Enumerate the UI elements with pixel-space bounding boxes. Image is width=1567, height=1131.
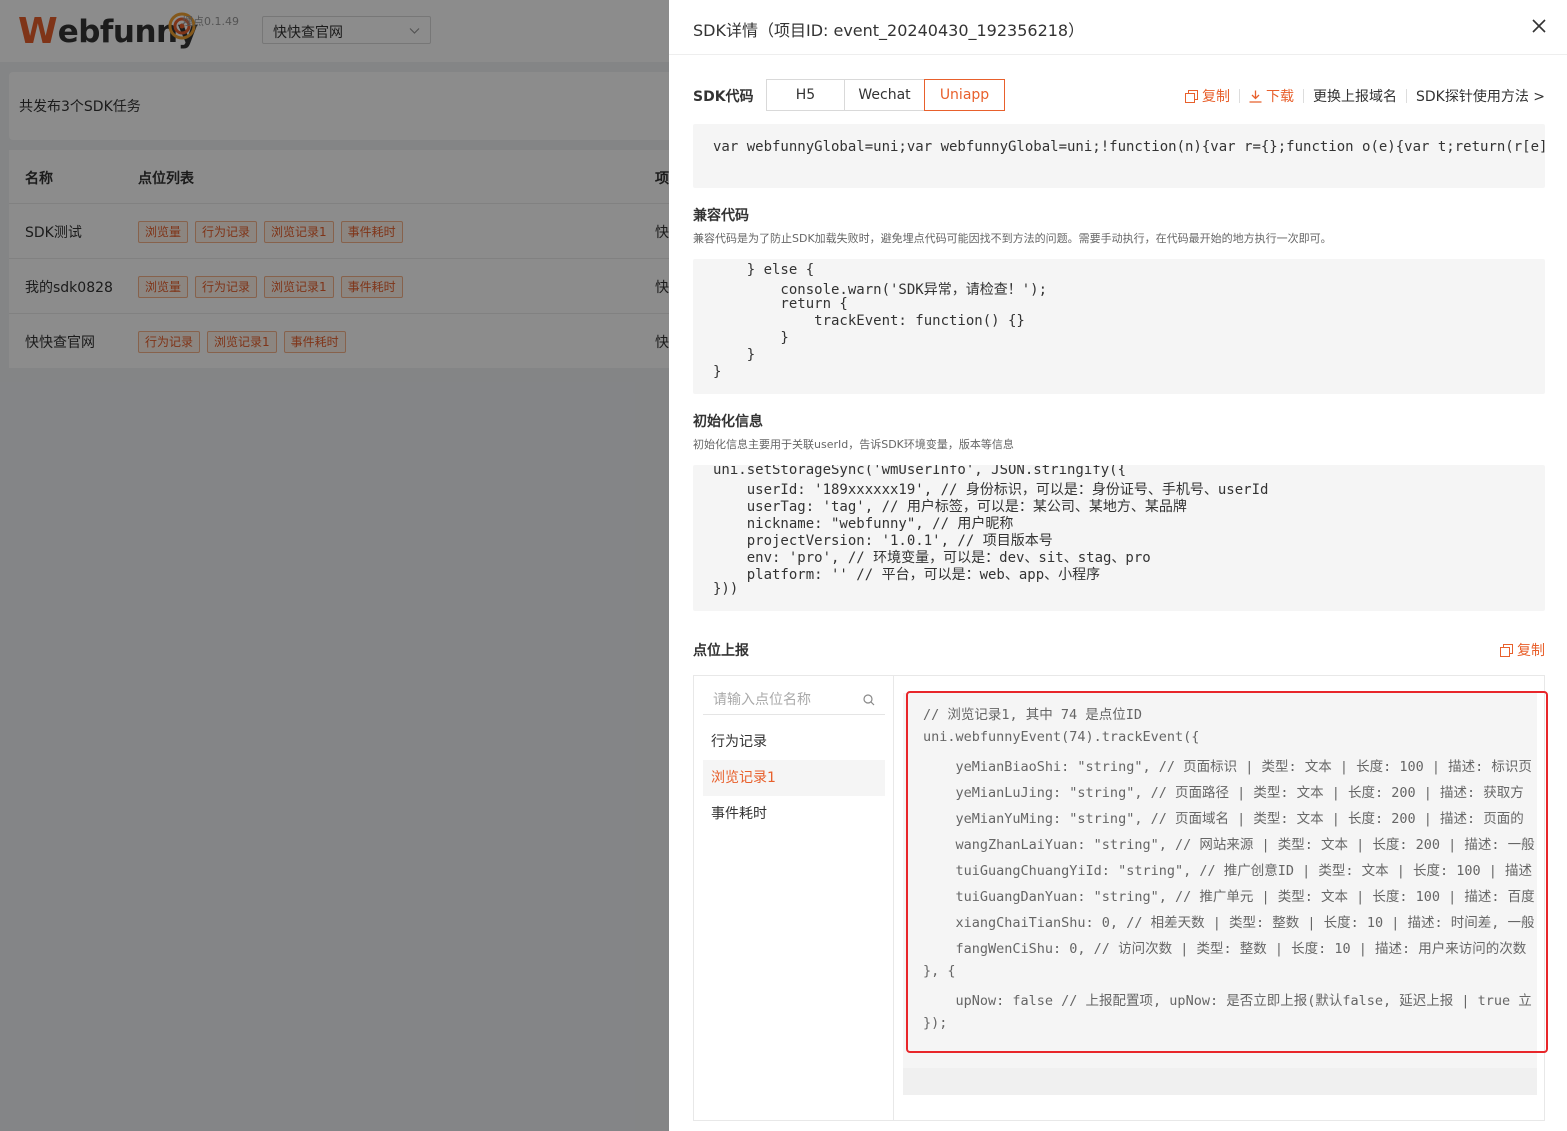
platform-tabs: H5 Wechat Uniapp	[766, 79, 1005, 111]
sdk-code-block[interactable]: var webfunnyGlobal=uni;var webfunnyGloba…	[693, 124, 1545, 188]
code-line: }	[713, 330, 789, 346]
drawer-title: SDK详情（项目ID: event_20240430_192356218）	[693, 21, 1085, 40]
code-line: trackEvent: function() {}	[713, 313, 1025, 329]
sdk-actions: 复制 下载 更换上报域名 SDK探针使用方法 >	[1184, 86, 1545, 106]
divider	[1405, 89, 1407, 103]
sdk-detail-drawer: SDK详情（项目ID: event_20240430_192356218） SD…	[669, 0, 1567, 1131]
tracking-copy-button[interactable]: 复制	[1500, 640, 1545, 660]
close-icon[interactable]	[1531, 18, 1547, 34]
divider	[1238, 89, 1240, 103]
search-icon[interactable]	[863, 694, 875, 706]
event-item-active[interactable]: 浏览记录1	[703, 760, 885, 796]
code-line: platform: '' // 平台，可以是：web、app、小程序	[713, 567, 1101, 583]
download-icon	[1249, 90, 1262, 103]
code-scroll-area[interactable]	[903, 1068, 1537, 1095]
drawer-header: SDK详情（项目ID: event_20240430_192356218）	[669, 0, 1567, 55]
sdk-code-label: SDK代码	[693, 89, 754, 105]
copy-icon	[1184, 89, 1198, 103]
tracking-panel: 行为记录 浏览记录1 事件耗时 // 浏览记录1, 其中 74 是点位ID un…	[693, 675, 1545, 1121]
init-desc: 初始化信息主要用于关联userId，告诉SDK环境变量，版本等信息	[693, 438, 1014, 451]
change-domain-button[interactable]: 更换上报域名	[1313, 86, 1397, 106]
code-line: }	[713, 347, 756, 363]
divider	[1302, 89, 1304, 103]
code-line: } else {	[713, 262, 815, 278]
compat-desc: 兼容代码是为了防止SDK加载失败时，避免埋点代码可能因找不到方法的问题。需要手动…	[693, 232, 1332, 245]
code-line: wangZhanLaiYuan: "string", // 网站来源 | 类型:…	[923, 837, 1535, 853]
download-label: 下载	[1265, 89, 1294, 105]
tab-wechat[interactable]: Wechat	[844, 79, 925, 111]
tracking-title: 点位上报	[693, 643, 749, 659]
code-line: uni.setStorageSync('wmUserInfo', JSON.st…	[713, 465, 1127, 478]
code-line: uni.webfunnyEvent(74).trackEvent({	[923, 729, 1200, 745]
event-item[interactable]: 事件耗时	[703, 796, 885, 832]
tracking-code-block[interactable]: // 浏览记录1, 其中 74 是点位ID uni.webfunnyEvent(…	[903, 693, 1537, 1068]
code-line: // 浏览记录1, 其中 74 是点位ID	[923, 707, 1143, 723]
init-code-block[interactable]: uni.setStorageSync('wmUserInfo', JSON.st…	[693, 465, 1545, 611]
copy-button[interactable]: 复制	[1184, 86, 1230, 106]
download-button[interactable]: 下载	[1249, 86, 1294, 106]
copy-icon	[1500, 643, 1513, 657]
event-search	[703, 685, 885, 715]
event-item[interactable]: 行为记录	[703, 724, 885, 760]
copy-label: 复制	[1201, 89, 1230, 105]
event-search-input[interactable]	[713, 689, 853, 711]
probe-usage-link[interactable]: SDK探针使用方法 >	[1416, 86, 1545, 106]
compat-code-block[interactable]: } else { console.warn('SDK异常，请检查！'); ret…	[693, 259, 1545, 394]
code-line: yeMianLuJing: "string", // 页面路径 | 类型: 文本…	[923, 785, 1524, 801]
code-line: }	[713, 364, 722, 380]
code-line: }, {	[923, 963, 956, 979]
code-line: });	[923, 1015, 948, 1031]
copy-label: 复制	[1517, 643, 1545, 659]
code-line: upNow: false // 上报配置项, upNow: 是否立即上报(默认f…	[923, 993, 1532, 1009]
code-line: tuiGuangChuangYiId: "string", // 推广创意ID …	[923, 863, 1533, 879]
init-title: 初始化信息	[693, 414, 763, 430]
code-line: fangWenCiShu: 0, // 访问次数 | 类型: 整数 | 长度: …	[923, 941, 1527, 957]
code-line: tuiGuangDanYuan: "string", // 推广单元 | 类型:…	[923, 889, 1535, 905]
tab-h5[interactable]: H5	[766, 79, 845, 111]
code-line: return {	[713, 296, 848, 312]
code-line: }))	[713, 581, 739, 597]
sdk-code-text: var webfunnyGlobal=uni;var webfunnyGloba…	[713, 139, 1545, 155]
code-line: yeMianYuMing: "string", // 页面域名 | 类型: 文本…	[923, 811, 1524, 827]
code-line: yeMianBiaoShi: "string", // 页面标识 | 类型: 文…	[923, 759, 1532, 775]
tab-uniapp[interactable]: Uniapp	[924, 79, 1005, 111]
event-list: 行为记录 浏览记录1 事件耗时	[694, 676, 894, 1120]
compat-title: 兼容代码	[693, 208, 749, 224]
code-line: xiangChaiTianShu: 0, // 相差天数 | 类型: 整数 | …	[923, 915, 1535, 931]
